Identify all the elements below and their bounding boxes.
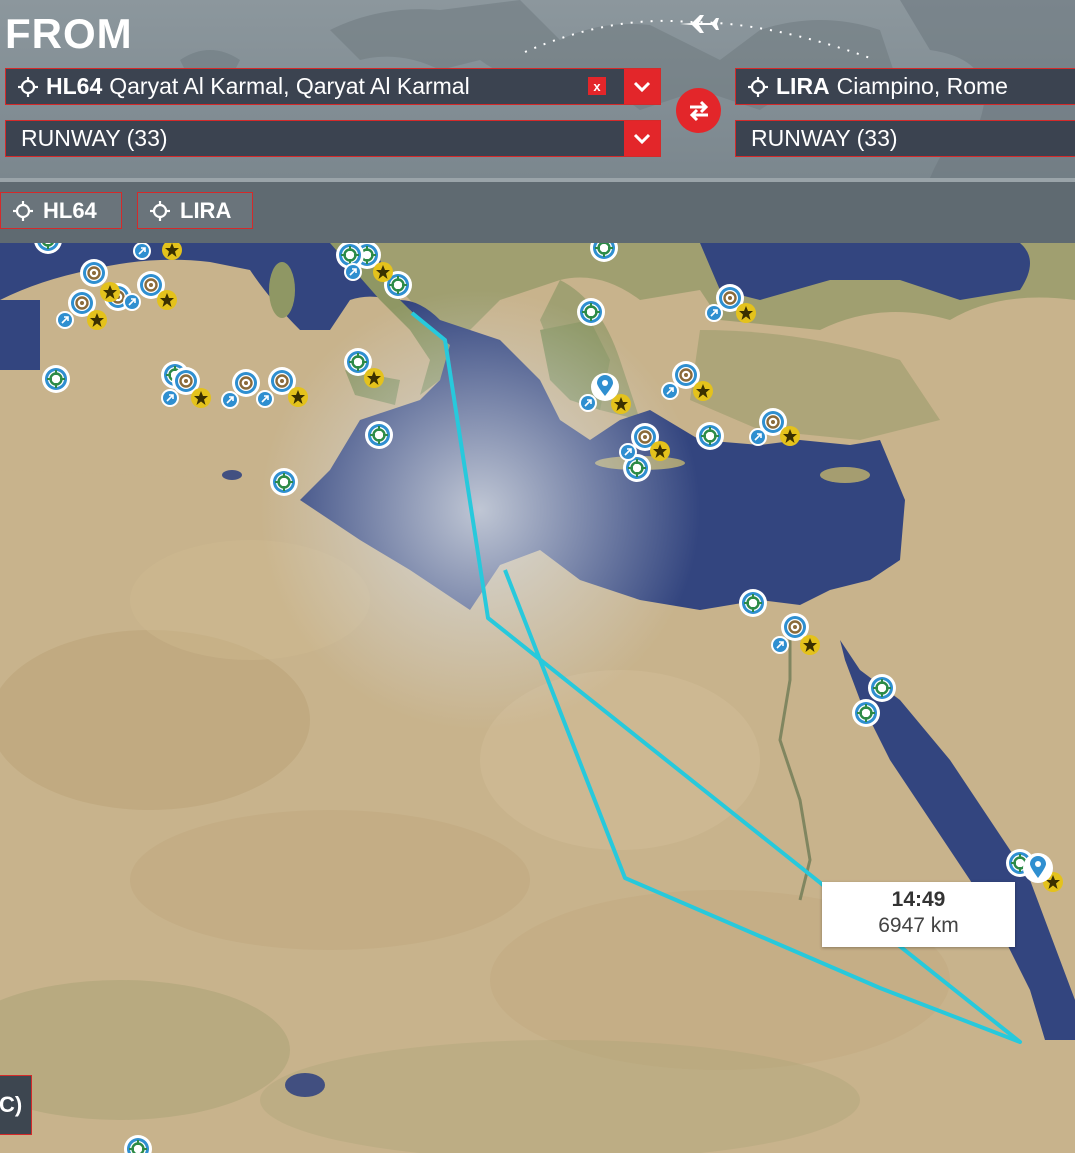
chevron-down-icon[interactable] xyxy=(624,69,660,104)
page-title: FROM xyxy=(5,10,133,57)
flight-time: 14:49 xyxy=(891,888,946,911)
departure-runway-select[interactable]: RUNWAY (33) xyxy=(5,120,661,157)
location-target-icon xyxy=(150,200,170,221)
header-panel: FROM HL64 Qaryat Al Karmal, Qaryat Al Ka… xyxy=(0,0,1075,178)
arrival-name: Ciampino, Rome xyxy=(836,73,1008,99)
airplane-icon xyxy=(678,14,720,39)
swap-arrows-icon xyxy=(689,100,708,121)
location-target-icon xyxy=(18,76,38,97)
flight-distance: 6947 km xyxy=(878,914,959,937)
swap-airports-button[interactable] xyxy=(676,88,721,133)
flight-info-tooltip: 14:49 6947 km xyxy=(822,882,1015,947)
departure-runway: RUNWAY (33) xyxy=(21,125,168,151)
chip-label: HL64 xyxy=(43,197,97,223)
recent-airports-bar: HL64 LIRA xyxy=(0,178,1075,243)
clear-departure-button[interactable]: x xyxy=(588,77,606,95)
location-target-icon xyxy=(748,76,768,97)
chip-departure[interactable]: HL64 xyxy=(0,192,122,229)
departure-icao: HL64 xyxy=(46,73,103,99)
departure-name: Qaryat Al Karmal, Qaryat Al Karmal xyxy=(109,73,470,99)
chip-label: LIRA xyxy=(180,197,232,223)
departure-airport-select[interactable]: HL64 Qaryat Al Karmal, Qaryat Al Karmal … xyxy=(5,68,661,105)
chevron-down-icon[interactable] xyxy=(624,121,660,156)
map-corner-button[interactable]: C) xyxy=(0,1075,32,1135)
location-target-icon xyxy=(13,200,33,221)
arrival-runway: RUNWAY (33) xyxy=(751,125,898,151)
world-map[interactable] xyxy=(0,243,1075,1153)
chip-arrival[interactable]: LIRA xyxy=(137,192,253,229)
location-pin-icon xyxy=(1023,853,1053,883)
location-pin-icon xyxy=(591,373,619,401)
arrival-runway-select[interactable]: RUNWAY (33) xyxy=(735,120,1075,157)
arrival-airport-select[interactable]: LIRA Ciampino, Rome xyxy=(735,68,1075,105)
arrival-icao: LIRA xyxy=(776,73,830,99)
map-canvas xyxy=(0,243,1075,1153)
